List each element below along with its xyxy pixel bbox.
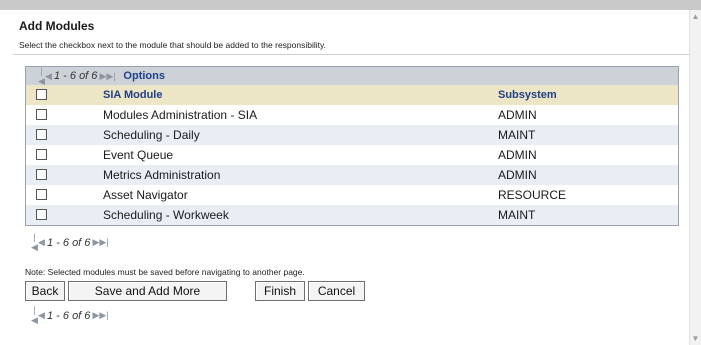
table-row: Event Queue ADMIN <box>26 145 678 165</box>
row-checkbox[interactable] <box>36 129 47 140</box>
first-page-icon[interactable]: |◀ <box>38 66 45 87</box>
options-link[interactable]: Options <box>123 70 165 82</box>
next-page-icon[interactable]: ▶ <box>92 237 99 248</box>
module-cell: Scheduling - Workweek <box>103 208 229 222</box>
module-cell: Scheduling - Daily <box>103 128 200 142</box>
table-header: SIA Module Subsystem <box>26 85 678 105</box>
table-row: Scheduling - Daily MAINT <box>26 125 678 145</box>
last-page-icon[interactable]: ▶| <box>99 310 108 321</box>
add-modules-panel: Add Modules Select the checkbox next to … <box>13 10 689 345</box>
next-page-icon[interactable]: ▶ <box>99 71 106 82</box>
subsystem-cell: ADMIN <box>498 108 537 122</box>
table-row: Metrics Administration ADMIN <box>26 165 678 185</box>
last-page-icon[interactable]: ▶| <box>106 71 115 82</box>
row-checkbox[interactable] <box>36 209 47 220</box>
previous-page-icon[interactable]: ◀ <box>38 310 45 321</box>
table-pager-bar: |◀ ◀ 1 - 6 of 6 ▶ ▶| Options <box>26 66 678 87</box>
finish-button[interactable]: Finish <box>255 281 305 301</box>
pager-nav: |◀ ◀ 1 - 6 of 6 ▶ ▶| <box>31 305 109 326</box>
pager-nav: |◀ ◀ 1 - 6 of 6 ▶ ▶| <box>31 232 109 253</box>
scroll-up-icon[interactable]: ▲ <box>691 12 700 21</box>
first-page-icon[interactable]: |◀ <box>31 305 38 326</box>
bottom-pager: |◀ ◀ 1 - 6 of 6 ▶ ▶| <box>31 231 109 253</box>
modules-table: |◀ ◀ 1 - 6 of 6 ▶ ▶| Options SIA Module … <box>25 66 679 226</box>
table-row: Modules Administration - SIA ADMIN <box>26 105 678 125</box>
window-top-bar <box>0 0 701 10</box>
column-header-subsystem[interactable]: Subsystem <box>498 89 557 101</box>
select-all-checkbox[interactable] <box>36 89 47 100</box>
pager-count: 1 - 6 of 6 <box>47 236 91 249</box>
previous-page-icon[interactable]: ◀ <box>38 237 45 248</box>
module-cell: Metrics Administration <box>103 168 221 182</box>
subsystem-cell: ADMIN <box>498 148 537 162</box>
column-header-module[interactable]: SIA Module <box>103 89 162 101</box>
footer-pager: |◀ ◀ 1 - 6 of 6 ▶ ▶| <box>31 304 109 326</box>
subsystem-cell: MAINT <box>498 128 536 142</box>
module-cell: Event Queue <box>103 148 174 162</box>
divider <box>13 54 689 55</box>
cancel-button[interactable]: Cancel <box>308 281 365 301</box>
subsystem-cell: ADMIN <box>498 168 537 182</box>
subsystem-cell: MAINT <box>498 208 536 222</box>
next-page-icon[interactable]: ▶ <box>92 310 99 321</box>
row-checkbox[interactable] <box>36 149 47 160</box>
save-and-add-more-button[interactable]: Save and Add More <box>68 281 227 301</box>
page-title: Add Modules <box>19 19 95 33</box>
save-note: Note: Selected modules must be saved bef… <box>25 267 305 277</box>
vertical-scrollbar[interactable]: ▲ ▼ <box>689 10 701 345</box>
module-cell: Asset Navigator <box>103 188 188 202</box>
pager-count: 1 - 6 of 6 <box>47 309 91 322</box>
page-instructions: Select the checkbox next to the module t… <box>19 40 326 50</box>
pager-nav: |◀ ◀ 1 - 6 of 6 ▶ ▶| Options <box>38 66 165 87</box>
row-checkbox[interactable] <box>36 169 47 180</box>
previous-page-icon[interactable]: ◀ <box>45 71 52 82</box>
last-page-icon[interactable]: ▶| <box>99 237 108 248</box>
module-cell: Modules Administration - SIA <box>103 108 258 122</box>
subsystem-cell: RESOURCE <box>498 188 567 202</box>
row-checkbox[interactable] <box>36 109 47 120</box>
pager-count: 1 - 6 of 6 <box>54 70 98 82</box>
table-row: Asset Navigator RESOURCE <box>26 185 678 205</box>
table-row: Scheduling - Workweek MAINT <box>26 205 678 225</box>
first-page-icon[interactable]: |◀ <box>31 232 38 253</box>
row-checkbox[interactable] <box>36 189 47 200</box>
scroll-down-icon[interactable]: ▼ <box>691 334 700 343</box>
back-button[interactable]: Back <box>25 281 65 301</box>
